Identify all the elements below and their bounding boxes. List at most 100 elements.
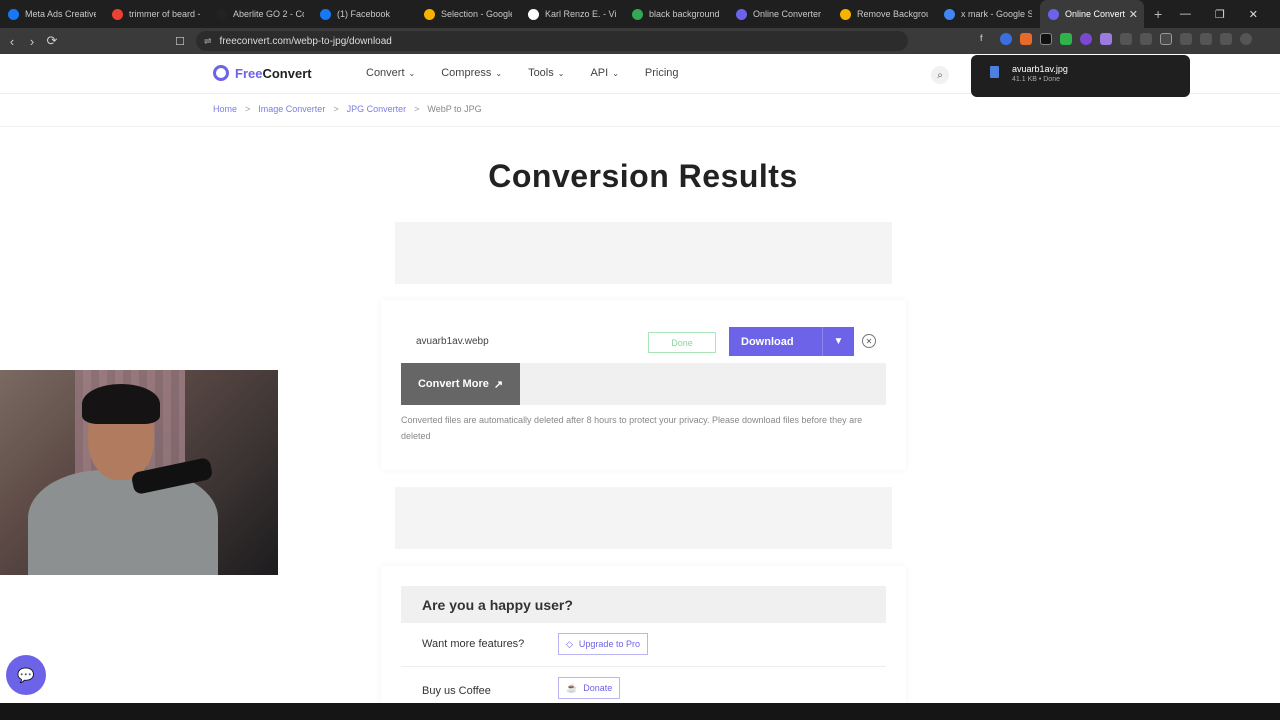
window-close-button[interactable]: ✕ xyxy=(1249,8,1258,21)
breadcrumb-link[interactable]: Home xyxy=(213,104,237,114)
tab-label: Karl Renzo E. - Vide xyxy=(545,9,616,19)
breadcrumb: Home > Image Converter > JPG Converter > WebP … xyxy=(213,104,482,114)
chevron-down-icon: ⌄ xyxy=(408,69,416,78)
ad-placeholder-top xyxy=(395,222,892,284)
tab-label: x mark - Google Sea xyxy=(961,9,1032,19)
extension-icon[interactable] xyxy=(1080,33,1092,45)
forward-button[interactable]: › xyxy=(22,34,42,49)
shield-icon[interactable] xyxy=(1240,33,1252,45)
chat-icon[interactable]: 💬 xyxy=(6,655,46,695)
tab-favicon-icon xyxy=(424,8,435,20)
happy-user-card: Are you a happy user? Want more features… xyxy=(381,566,906,706)
page-title: Conversion Results xyxy=(488,158,798,194)
logo[interactable]: FreeConvert xyxy=(213,65,312,81)
breadcrumb-current: WebP to JPG xyxy=(427,104,482,114)
tab-close-icon[interactable]: ✕ xyxy=(1129,8,1138,21)
breadcrumb-separator-icon: > xyxy=(414,104,420,114)
address-toolbar: ‹ › ⟳ ☐ ⇌ freeconvert.com/webp-to-jpg/do… xyxy=(0,28,1280,54)
breadcrumb-separator-icon: > xyxy=(333,104,339,114)
tab-8[interactable]: Remove Backgroun xyxy=(832,0,936,28)
nav-item-api[interactable]: API ⌄ xyxy=(590,67,618,79)
privacy-note: Converted files are automatically delete… xyxy=(401,415,863,441)
extension-icon[interactable] xyxy=(1020,33,1032,45)
tab-4[interactable]: Selection - Google xyxy=(416,0,520,28)
tab-favicon-icon xyxy=(8,8,19,20)
sidebar-icon[interactable] xyxy=(1180,33,1192,45)
tab-label: Aberlite GO 2 - Com xyxy=(233,9,304,19)
window-controls: — ❐ ✕ xyxy=(1180,0,1280,28)
tab-9[interactable]: x mark - Google Sea xyxy=(936,0,1040,28)
font-extension-icon[interactable]: f xyxy=(980,33,992,45)
chevron-down-icon[interactable]: ▼ xyxy=(822,327,854,356)
restore-button[interactable]: ❐ xyxy=(1215,8,1225,21)
tab-favicon-icon xyxy=(1048,8,1059,20)
tab-favicon-icon xyxy=(944,8,955,20)
tab-5[interactable]: Karl Renzo E. - Vide xyxy=(520,0,624,28)
extensions-puzzle-icon[interactable] xyxy=(1120,33,1132,45)
extension-icon[interactable] xyxy=(1000,33,1012,45)
ai-icon[interactable] xyxy=(1220,33,1232,45)
download-button[interactable]: Download ▼ xyxy=(729,327,854,356)
row-question: Want more features? xyxy=(422,638,525,650)
tab-list: Meta Ads Creative E trimmer of beard - G A… xyxy=(0,0,1144,28)
happy-user-title: Are you a happy user? xyxy=(401,586,886,623)
nav-item-tools[interactable]: Tools ⌄ xyxy=(528,67,564,79)
nav-item-label: Pricing xyxy=(644,67,679,79)
tab-favicon-icon xyxy=(840,8,851,20)
tab-label: Online Converter - xyxy=(753,9,824,19)
coffee-icon: ☕ xyxy=(566,682,578,693)
search-icon[interactable]: ⌕ xyxy=(931,66,949,84)
extension-icon[interactable] xyxy=(1040,33,1052,45)
nav-item-pricing[interactable]: Pricing xyxy=(645,67,679,79)
close-icon[interactable]: ✕ xyxy=(862,334,876,348)
row-question: Buy us Coffee xyxy=(422,685,491,697)
tab-0[interactable]: Meta Ads Creative E xyxy=(0,0,104,28)
diamond-icon: ◇ xyxy=(566,638,573,649)
upgrade-pro-button[interactable]: ◇ Upgrade to Pro xyxy=(558,633,648,655)
nav-item-compress[interactable]: Compress ⌄ xyxy=(441,67,502,79)
file-icon xyxy=(990,66,999,78)
site-info-icon[interactable]: ⇌ xyxy=(204,36,212,47)
tab-favicon-icon xyxy=(528,8,539,20)
wallet-icon[interactable] xyxy=(1200,33,1212,45)
os-taskbar xyxy=(0,703,1280,720)
bookmark-icon[interactable]: ☐ xyxy=(170,35,190,48)
tab-6[interactable]: black background a xyxy=(624,0,728,28)
donate-label: Donate xyxy=(583,683,613,693)
minimize-button[interactable]: — xyxy=(1180,8,1191,20)
download-filename: avuarb1av.jpg xyxy=(1012,64,1068,74)
list-item: Want more features? ◇ Upgrade to Pro xyxy=(401,623,886,667)
extension-icons: f xyxy=(980,33,1252,45)
download-label: Download xyxy=(741,335,794,348)
convert-more-button[interactable]: Convert More ↗ xyxy=(401,363,520,405)
chevron-down-icon: ⌄ xyxy=(495,69,503,78)
tab-label: black background a xyxy=(649,9,720,19)
nav-item-convert[interactable]: Convert ⌄ xyxy=(366,67,415,79)
downloads-icon[interactable] xyxy=(1160,33,1172,45)
chevron-down-icon: ⌄ xyxy=(612,69,619,78)
reload-button[interactable]: ⟳ xyxy=(42,33,62,49)
upgrade-pro-label: Upgrade to Pro xyxy=(578,639,640,649)
url-bar[interactable]: ⇌ freeconvert.com/webp-to-jpg/download xyxy=(196,31,908,51)
tab-1[interactable]: trimmer of beard - G xyxy=(104,0,208,28)
nav-item-label: Convert xyxy=(366,67,405,79)
new-tab-button[interactable]: + xyxy=(1154,6,1162,22)
download-meta: 41.1 KB • Done xyxy=(1012,76,1060,83)
tab-7[interactable]: Online Converter - xyxy=(728,0,832,28)
tab-10[interactable]: Online Convert ✕ xyxy=(1040,0,1144,28)
tab-label: (1) Facebook xyxy=(337,9,391,19)
external-link-icon: ↗ xyxy=(493,378,504,391)
breadcrumb-link[interactable]: Image Converter xyxy=(258,104,325,114)
back-button[interactable]: ‹ xyxy=(2,34,22,49)
tab-favicon-icon xyxy=(320,8,331,20)
download-popup[interactable]: avuarb1av.jpg 41.1 KB • Done xyxy=(971,55,1190,97)
chevron-down-icon: ⌄ xyxy=(557,69,565,78)
tab-2[interactable]: Aberlite GO 2 - Com xyxy=(208,0,312,28)
extension-icon[interactable] xyxy=(1140,33,1152,45)
tab-3[interactable]: (1) Facebook xyxy=(312,0,416,28)
extension-icon[interactable] xyxy=(1100,33,1112,45)
extension-icon[interactable] xyxy=(1060,33,1072,45)
logo-mark-icon xyxy=(213,65,229,81)
breadcrumb-link[interactable]: JPG Converter xyxy=(347,104,407,114)
donate-button[interactable]: ☕ Donate xyxy=(558,677,621,699)
